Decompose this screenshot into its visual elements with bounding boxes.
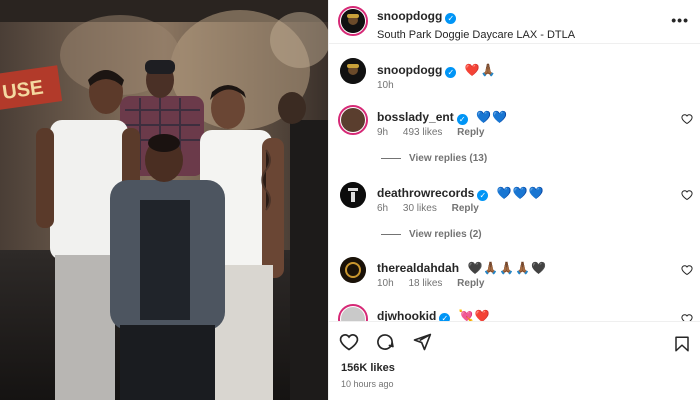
post-header: snoopdogg ✓ South Park Doggie Daycare LAX…	[329, 0, 700, 44]
heart-outline-icon[interactable]	[681, 189, 693, 201]
comments-list: snoopdogg ✓ ❤️🙏🏾 10h bosslady_ent ✓ 💙💙 9h …	[329, 45, 700, 321]
view-replies-button[interactable]: View replies (13)	[381, 153, 487, 164]
comment-avatar[interactable]	[338, 304, 368, 321]
comment-avatar[interactable]	[340, 182, 366, 208]
comment-likes[interactable]: 30 likes	[403, 203, 437, 214]
comment-likes[interactable]: 18 likes	[408, 278, 442, 289]
replies-divider	[381, 157, 401, 159]
caption-username[interactable]: snoopdogg	[377, 63, 442, 77]
post-timestamp: 10 hours ago	[341, 379, 394, 389]
replies-divider	[381, 233, 401, 235]
comment-username[interactable]: deathrowrecords	[377, 186, 474, 200]
comment-avatar[interactable]	[338, 105, 368, 135]
comment-username[interactable]: djwhookid	[377, 309, 436, 321]
verified-badge-icon: ✓	[445, 67, 457, 78]
post-detail-panel: snoopdogg ✓ South Park Doggie Daycare LAX…	[328, 0, 700, 400]
group-photo-illustration: USE	[0, 0, 328, 400]
author-avatar[interactable]	[338, 6, 368, 36]
view-replies-button[interactable]: View replies (2)	[381, 229, 482, 240]
like-count[interactable]: 156K likes	[341, 362, 395, 374]
reply-button[interactable]: Reply	[457, 278, 484, 289]
post-photo[interactable]: USE	[0, 0, 328, 400]
action-bar	[339, 332, 444, 356]
heart-outline-icon[interactable]	[681, 113, 693, 125]
comment-avatar[interactable]	[340, 257, 366, 283]
comment-time: 9h	[377, 127, 389, 138]
instagram-post-view: USE snoopdogg ✓ South Park Doggie Daycar…	[0, 0, 700, 400]
comment-text: 💘❤️	[458, 309, 491, 321]
comment-text: 💙💙💙	[496, 186, 545, 200]
author-avatar-image	[341, 9, 365, 33]
comment-username[interactable]: bosslady_ent	[377, 110, 454, 124]
comment-likes[interactable]: 493 likes	[403, 127, 442, 138]
verified-badge-icon: ✓	[477, 190, 489, 201]
caption-text: ❤️🙏🏾	[464, 63, 497, 77]
paper-plane-icon[interactable]	[412, 332, 432, 352]
view-replies-label: View replies (2)	[409, 229, 482, 240]
heart-outline-icon[interactable]	[681, 264, 693, 276]
post-location[interactable]: South Park Doggie Daycare LAX - DTLA	[377, 29, 575, 41]
comment-text: 🖤🙏🏾🙏🏾🙏🏾🖤	[467, 261, 548, 275]
more-options-icon[interactable]: •••	[671, 12, 689, 28]
comment-time: 10h	[377, 278, 394, 289]
heart-outline-icon[interactable]	[339, 332, 359, 352]
comment-time: 6h	[377, 203, 389, 214]
comment-username[interactable]: therealdahdah	[377, 261, 459, 275]
comment-text: 💙💙	[476, 110, 509, 124]
author-username[interactable]: snoopdogg	[377, 9, 442, 23]
reply-button[interactable]: Reply	[457, 127, 484, 138]
caption-time: 10h	[377, 80, 394, 91]
view-replies-label: View replies (13)	[409, 153, 488, 164]
bookmark-icon[interactable]	[673, 334, 691, 354]
caption-avatar[interactable]	[340, 58, 366, 84]
reply-button[interactable]: Reply	[452, 203, 479, 214]
heart-outline-icon[interactable]	[681, 313, 693, 321]
verified-badge-icon: ✓	[445, 13, 457, 24]
comment-bubble-icon[interactable]	[375, 332, 395, 352]
author-info: snoopdogg ✓ South Park Doggie Daycare LAX…	[377, 7, 575, 41]
verified-badge-icon: ✓	[456, 114, 468, 125]
verified-badge-icon: ✓	[439, 313, 451, 321]
